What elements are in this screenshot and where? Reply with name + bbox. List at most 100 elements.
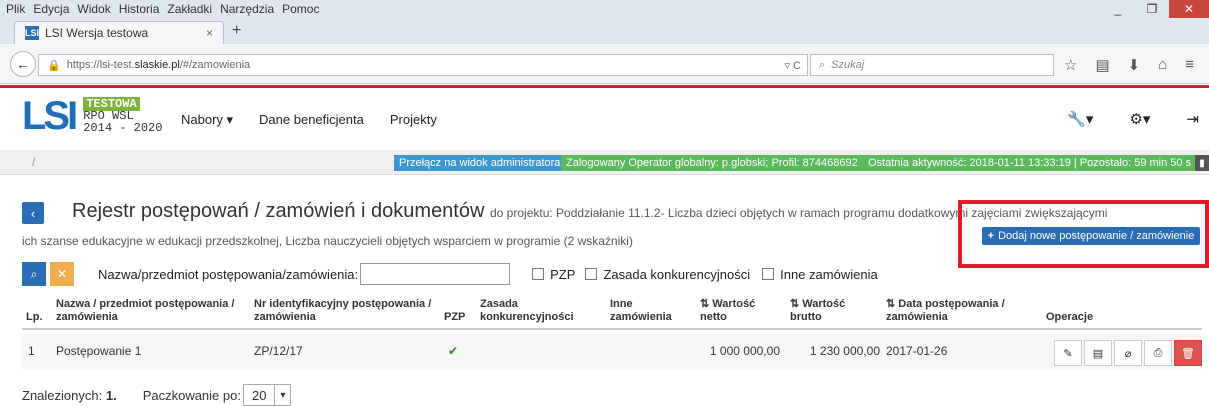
col-data[interactable]: ⇅ Data postępowania / zamówienia	[886, 298, 1036, 324]
reading-list-icon[interactable]: ▤	[1095, 56, 1109, 74]
inne-checkbox[interactable]: Inne zamówienia	[762, 267, 878, 282]
name-filter-input[interactable]	[360, 263, 511, 285]
page-size-select[interactable]: 20 ▾	[242, 384, 292, 406]
search-icon: ⌕	[819, 58, 826, 71]
row-operations: ✎ ▤ ⌀ ⎙ 🗑	[1054, 340, 1202, 366]
browser-tools: ☆ ▤ ⬇ ⌂ ≡	[1064, 56, 1194, 74]
magnifier-icon: ⌕	[30, 266, 38, 281]
menu-pomoc[interactable]: Pomoc	[282, 2, 319, 16]
close-icon[interactable]: ✕	[1169, 0, 1209, 18]
tab-title: LSI Wersja testowa	[45, 26, 149, 40]
search-box[interactable]: ⌕ Szukaj	[810, 54, 1054, 76]
pzp-check-icon: ✔	[448, 344, 459, 358]
nav-dane-beneficjenta[interactable]: Dane beneficjenta	[259, 112, 364, 128]
highlight-box	[958, 200, 1209, 268]
download-icon[interactable]: ⬇	[1128, 56, 1141, 74]
cell-nr: ZP/12/17	[254, 344, 303, 358]
search-placeholder: Szukaj	[831, 59, 865, 71]
menu-plik[interactable]: Plik	[6, 2, 25, 16]
reload-icon[interactable]: ▿ C	[784, 59, 801, 72]
zasada-label: Zasada konkurencyjności	[603, 266, 751, 282]
table-header: Lp. Nazwa / przedmiot postępowania / zam…	[22, 296, 1202, 330]
col-nr[interactable]: Nr identyfikacyjny postępowania / zamówi…	[254, 298, 454, 324]
logo[interactable]: LSI TESTOWA RPO WSL 2014 - 2020	[22, 94, 162, 138]
menu-zakladki[interactable]: Zakładki	[167, 2, 212, 16]
zasada-checkbox[interactable]: Zasada konkurencyjności	[585, 267, 750, 282]
print-icon[interactable]: ⎙	[1144, 340, 1172, 366]
maximize-icon[interactable]: ❐	[1135, 0, 1169, 18]
logo-text: LSI	[22, 94, 78, 138]
minimize-icon[interactable]: _	[1101, 0, 1135, 18]
nav-nabory[interactable]: Nabory ▾	[181, 112, 233, 128]
menu-bar: Plik Edycja Widok Historia Zakładki Narz…	[0, 0, 1209, 18]
menu-widok[interactable]: Widok	[77, 2, 110, 16]
tab-close-icon[interactable]: ×	[206, 26, 213, 40]
operator-label: Zalogowany Operator globalny: p.globski;…	[561, 155, 863, 171]
col-nazwa[interactable]: Nazwa / przedmiot postępowania / zamówie…	[56, 298, 246, 324]
attachment-icon[interactable]: ⌀	[1114, 340, 1142, 366]
zasada-checkbox-box[interactable]	[585, 268, 598, 280]
bookmark-star-icon[interactable]: ☆	[1064, 56, 1077, 74]
cell-nazwa: Postępowanie 1	[56, 344, 142, 358]
page-title: Rejestr postępowań / zamówień i dokument…	[72, 200, 1107, 223]
pzp-label: PZP	[550, 266, 576, 282]
found-count: 1.	[105, 387, 117, 403]
pzp-checkbox-box[interactable]	[532, 268, 545, 280]
hamburger-menu-icon[interactable]: ≡	[1185, 56, 1194, 74]
table-footer: Znalezionych: 1. Paczkowanie po: 20 ▾	[22, 384, 292, 406]
cell-data: 2017-01-26	[886, 344, 948, 358]
menu-narzedzia[interactable]: Narzędzia	[220, 2, 274, 16]
page-size-value: 20	[251, 387, 267, 403]
col-operacje: Operacje	[1046, 311, 1094, 323]
cell-lp: 1	[28, 344, 35, 358]
chevron-down-icon[interactable]: ▾	[274, 385, 290, 405]
nav-toolbar: ← 🔒 https://lsi-test. slaskie.pl/#/zamowi…	[0, 44, 1209, 84]
tab-bar: LSI LSI Wersja testowa × +	[0, 18, 1209, 44]
cell-brutto: 1 230 000,00	[809, 344, 880, 358]
browser-tab[interactable]: LSI LSI Wersja testowa ×	[14, 21, 224, 44]
col-lp: Lp.	[26, 311, 43, 323]
url-prefix: https://lsi-test.	[66, 59, 135, 71]
new-tab-icon[interactable]: +	[232, 22, 241, 40]
name-filter-label: Nazwa/przedmiot postępowania/zamówienia:	[98, 266, 359, 282]
home-icon[interactable]: ⌂	[1158, 56, 1167, 74]
clear-filter-button[interactable]: ✕	[50, 262, 74, 286]
edit-icon[interactable]: ✎	[1054, 340, 1082, 366]
menu-historia[interactable]: Historia	[119, 2, 160, 16]
page-size-label: Paczkowanie po:	[142, 387, 241, 403]
lock-icon: 🔒	[47, 59, 61, 72]
logout-icon[interactable]: ⇥	[1186, 110, 1199, 128]
col-netto[interactable]: ⇅ Wartość netto	[700, 298, 770, 324]
info-bar: / Przełącz na widok administratora Zalog…	[0, 150, 1209, 175]
inne-label: Inne zamówienia	[780, 266, 878, 282]
menu-edycja[interactable]: Edycja	[33, 2, 69, 16]
col-brutto[interactable]: ⇅ Wartość brutto	[790, 298, 860, 324]
window-controls: _ ❐ ✕	[1101, 0, 1209, 18]
url-domain: slaskie.pl	[134, 59, 180, 71]
pzp-checkbox[interactable]: PZP	[532, 267, 575, 282]
search-button[interactable]: ⌕	[22, 262, 46, 286]
found-label: Znalezionych:	[22, 387, 103, 403]
back-arrow-icon[interactable]: ←	[10, 51, 36, 77]
wrench-icon[interactable]: 🔧▾	[1067, 110, 1093, 128]
page-title-main: Rejestr postępowań / zamówień i dokument…	[72, 200, 485, 222]
col-inne: Inne zamówienia	[610, 298, 672, 323]
table-row: 1 Postępowanie 1 ZP/12/17 ✔ 1 000 000,00…	[22, 334, 1202, 370]
switch-admin-label[interactable]: Przełącz na widok administratora	[394, 155, 566, 171]
url-bar[interactable]: 🔒 https://lsi-test. slaskie.pl/#/zamowien…	[38, 54, 808, 76]
app-header: LSI TESTOWA RPO WSL 2014 - 2020 Nabory ▾…	[0, 85, 1209, 150]
breadcrumb: /	[32, 155, 36, 169]
user-icon[interactable]: ▮	[1195, 155, 1209, 171]
delete-icon[interactable]: 🗑	[1174, 340, 1202, 366]
cell-netto: 1 000 000,00	[709, 344, 780, 358]
back-chevron-icon[interactable]: ‹	[22, 202, 44, 224]
lsi-favicon-icon: LSI	[25, 26, 40, 40]
details-icon[interactable]: ▤	[1084, 340, 1112, 366]
gear-icon[interactable]: ⚙▾	[1129, 110, 1150, 128]
main-nav: Nabory ▾ Dane beneficjenta Projekty	[181, 112, 437, 128]
url-suffix: /#/zamowienia	[179, 59, 251, 71]
logo-subtitle: TESTOWA RPO WSL 2014 - 2020	[83, 97, 162, 134]
col-zasada: Zasada konkurencyjności	[480, 298, 574, 323]
nav-projekty[interactable]: Projekty	[390, 112, 437, 128]
inne-checkbox-box[interactable]	[762, 268, 775, 280]
